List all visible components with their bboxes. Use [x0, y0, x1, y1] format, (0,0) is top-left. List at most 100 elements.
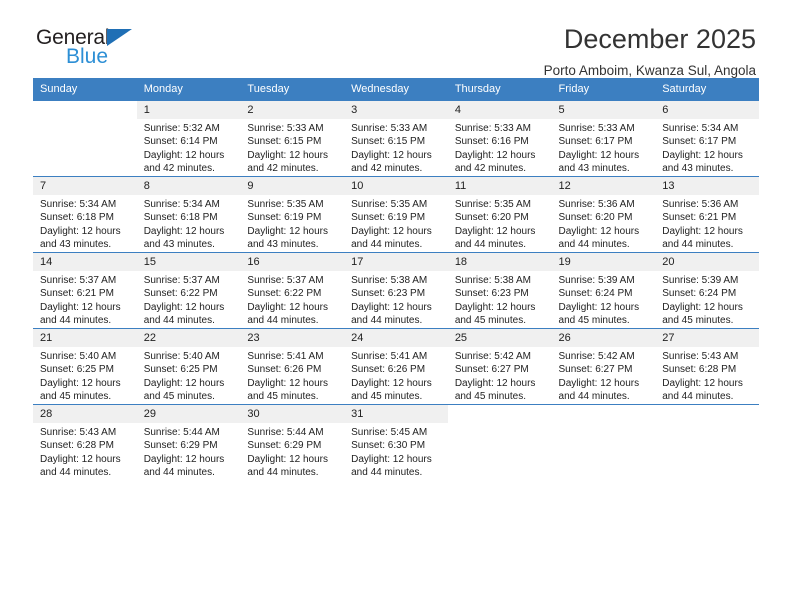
- calendar-day-cell[interactable]: 7 Sunrise: 5:34 AM Sunset: 6:18 PM Daylight…: [33, 176, 137, 253]
- day-number: 26: [551, 329, 656, 347]
- calendar-day-cell[interactable]: 8 Sunrise: 5:34 AM Sunset: 6:18 PM Daylight…: [136, 176, 241, 253]
- calendar-page: General Blue December 2025 Porto Amboim,…: [0, 0, 792, 612]
- daylight-text: Daylight: 12 hours and 44 minutes.: [662, 225, 743, 250]
- day-number: 7: [33, 177, 137, 195]
- day-details: Sunrise: 5:35 AM Sunset: 6:19 PM Daylight:…: [344, 195, 448, 251]
- day-number: 27: [655, 329, 759, 347]
- weekday-header-friday: Friday: [551, 78, 656, 101]
- daylight-text: Daylight: 12 hours and 45 minutes.: [454, 301, 536, 326]
- calendar-day-cell[interactable]: 9 Sunrise: 5:35 AM Sunset: 6:19 PM Daylight…: [240, 176, 345, 253]
- day-details: Sunrise: 5:40 AM Sunset: 6:25 PM Daylight:…: [33, 347, 137, 403]
- sunset-text: Sunset: 6:17 PM: [558, 136, 633, 148]
- weekday-header-sunday: Sunday: [33, 78, 137, 101]
- day-cell-inner: 29 Sunrise: 5:44 AM Sunset: 6:29 PM Dayligh…: [136, 405, 241, 480]
- calendar-day-cell[interactable]: 29 Sunrise: 5:44 AM Sunset: 6:29 PM Dayligh…: [136, 404, 241, 480]
- calendar-day-cell[interactable]: 5 Sunrise: 5:33 AM Sunset: 6:17 PM Daylight…: [551, 100, 656, 177]
- calendar-day-cell[interactable]: 13 Sunrise: 5:36 AM Sunset: 6:21 PM Dayligh…: [655, 176, 759, 253]
- day-number: 20: [655, 253, 759, 271]
- calendar-day-cell[interactable]: 30 Sunrise: 5:44 AM Sunset: 6:29 PM Dayligh…: [240, 404, 345, 480]
- sunset-text: Sunset: 6:24 PM: [662, 288, 737, 300]
- calendar-week-row: 1 Sunrise: 5:32 AM Sunset: 6:14 PM Daylight…: [33, 100, 759, 177]
- calendar-day-cell[interactable]: 1 Sunrise: 5:32 AM Sunset: 6:14 PM Daylight…: [136, 100, 241, 177]
- day-cell-inner: 5 Sunrise: 5:33 AM Sunset: 6:17 PM Daylight…: [551, 101, 656, 176]
- day-cell-inner: 19 Sunrise: 5:39 AM Sunset: 6:24 PM Dayligh…: [551, 253, 656, 328]
- day-details: Sunrise: 5:40 AM Sunset: 6:25 PM Daylight:…: [137, 347, 241, 403]
- day-details: Sunrise: 5:36 AM Sunset: 6:21 PM Daylight:…: [655, 195, 759, 251]
- calendar-day-cell[interactable]: 22 Sunrise: 5:40 AM Sunset: 6:25 PM Dayligh…: [136, 328, 241, 405]
- sunrise-text: Sunrise: 5:40 AM: [143, 351, 220, 362]
- calendar-day-cell[interactable]: 24 Sunrise: 5:41 AM Sunset: 6:26 PM Dayligh…: [344, 328, 448, 405]
- calendar-cell-empty: [447, 404, 552, 480]
- daylight-text: Daylight: 12 hours and 44 minutes.: [247, 301, 329, 326]
- day-number: 22: [136, 329, 241, 347]
- sunrise-text: Sunrise: 5:34 AM: [662, 123, 739, 134]
- calendar-day-cell[interactable]: 27 Sunrise: 5:43 AM Sunset: 6:28 PM Dayligh…: [655, 328, 759, 405]
- daylight-text: Daylight: 12 hours and 45 minutes.: [454, 377, 536, 402]
- day-details: Sunrise: 5:42 AM Sunset: 6:27 PM Daylight:…: [552, 347, 656, 403]
- calendar-day-cell[interactable]: 2 Sunrise: 5:33 AM Sunset: 6:15 PM Daylight…: [240, 100, 345, 177]
- calendar-day-cell[interactable]: 10 Sunrise: 5:35 AM Sunset: 6:19 PM Dayligh…: [344, 176, 448, 253]
- day-details: Sunrise: 5:41 AM Sunset: 6:26 PM Daylight:…: [240, 347, 344, 403]
- general-blue-logo[interactable]: General Blue: [36, 27, 166, 73]
- day-cell-inner: 22 Sunrise: 5:40 AM Sunset: 6:25 PM Dayligh…: [136, 329, 241, 404]
- day-number: 1: [136, 101, 241, 119]
- day-cell-inner: 2 Sunrise: 5:33 AM Sunset: 6:15 PM Daylight…: [240, 101, 345, 176]
- calendar-day-cell[interactable]: 26 Sunrise: 5:42 AM Sunset: 6:27 PM Dayligh…: [551, 328, 656, 405]
- daylight-text: Daylight: 12 hours and 42 minutes.: [143, 149, 225, 174]
- sunset-text: Sunset: 6:27 PM: [558, 364, 633, 376]
- title-block: December 2025 Porto Amboim, Kwanza Sul, …: [544, 24, 756, 78]
- calendar-day-cell[interactable]: 31 Sunrise: 5:45 AM Sunset: 6:30 PM Dayligh…: [344, 404, 448, 480]
- calendar-day-cell[interactable]: 12 Sunrise: 5:36 AM Sunset: 6:20 PM Dayligh…: [551, 176, 656, 253]
- calendar-day-cell[interactable]: 19 Sunrise: 5:39 AM Sunset: 6:24 PM Dayligh…: [551, 252, 656, 329]
- calendar-table: Sunday Monday Tuesday Wednesday Thursday Frid…: [33, 78, 759, 480]
- sunrise-text: Sunrise: 5:45 AM: [351, 427, 428, 438]
- day-cell-inner: 23 Sunrise: 5:41 AM Sunset: 6:26 PM Dayligh…: [240, 329, 345, 404]
- sunset-text: Sunset: 6:25 PM: [143, 364, 218, 376]
- calendar-day-cell[interactable]: 17 Sunrise: 5:38 AM Sunset: 6:23 PM Dayligh…: [344, 252, 448, 329]
- sunrise-text: Sunrise: 5:34 AM: [40, 199, 117, 210]
- calendar-day-cell[interactable]: 14 Sunrise: 5:37 AM Sunset: 6:21 PM Dayligh…: [33, 252, 137, 329]
- weekday-header-saturday: Saturday: [655, 78, 759, 101]
- calendar-day-cell[interactable]: 25 Sunrise: 5:42 AM Sunset: 6:27 PM Dayligh…: [447, 328, 552, 405]
- day-number: 30: [240, 405, 345, 423]
- day-number: 4: [447, 101, 552, 119]
- calendar-week-row: 14 Sunrise: 5:37 AM Sunset: 6:21 PM Dayligh…: [33, 252, 759, 329]
- sunset-text: Sunset: 6:30 PM: [351, 440, 426, 452]
- day-cell-inner: 26 Sunrise: 5:42 AM Sunset: 6:27 PM Dayligh…: [551, 329, 656, 404]
- day-cell-inner: 31 Sunrise: 5:45 AM Sunset: 6:30 PM Dayligh…: [344, 405, 448, 480]
- day-details: Sunrise: 5:34 AM Sunset: 6:18 PM Daylight:…: [33, 195, 137, 251]
- day-details: Sunrise: 5:33 AM Sunset: 6:17 PM Daylight:…: [552, 119, 656, 175]
- day-cell-inner: 1 Sunrise: 5:32 AM Sunset: 6:14 PM Daylight…: [136, 101, 241, 176]
- calendar-day-cell[interactable]: 28 Sunrise: 5:43 AM Sunset: 6:28 PM Dayligh…: [33, 404, 137, 480]
- day-cell-inner: [655, 405, 759, 480]
- calendar-day-cell[interactable]: 15 Sunrise: 5:37 AM Sunset: 6:22 PM Dayligh…: [136, 252, 241, 329]
- day-details: Sunrise: 5:44 AM Sunset: 6:29 PM Daylight:…: [240, 423, 344, 479]
- sunrise-text: Sunrise: 5:36 AM: [662, 199, 739, 210]
- sunrise-text: Sunrise: 5:42 AM: [558, 351, 635, 362]
- day-number: 24: [344, 329, 448, 347]
- triangle-icon: [107, 29, 132, 46]
- calendar-day-cell[interactable]: 20 Sunrise: 5:39 AM Sunset: 6:24 PM Dayligh…: [655, 252, 759, 329]
- calendar-day-cell[interactable]: 3 Sunrise: 5:33 AM Sunset: 6:15 PM Daylight…: [344, 100, 448, 177]
- sunset-text: Sunset: 6:29 PM: [247, 440, 322, 452]
- weekday-header-row: Sunday Monday Tuesday Wednesday Thursday Frid…: [33, 78, 759, 101]
- sunset-text: Sunset: 6:29 PM: [143, 440, 218, 452]
- day-number: 3: [344, 101, 448, 119]
- sunrise-text: Sunrise: 5:44 AM: [143, 427, 220, 438]
- day-number: 16: [240, 253, 345, 271]
- page-title: December 2025: [563, 24, 756, 54]
- daylight-text: Daylight: 12 hours and 43 minutes.: [558, 149, 640, 174]
- sunset-text: Sunset: 6:26 PM: [351, 364, 426, 376]
- calendar-day-cell[interactable]: 23 Sunrise: 5:41 AM Sunset: 6:26 PM Dayligh…: [240, 328, 345, 405]
- sunrise-text: Sunrise: 5:39 AM: [662, 275, 739, 286]
- calendar-week-row: 21 Sunrise: 5:40 AM Sunset: 6:25 PM Dayligh…: [33, 328, 759, 405]
- calendar-day-cell[interactable]: 16 Sunrise: 5:37 AM Sunset: 6:22 PM Dayligh…: [240, 252, 345, 329]
- calendar-day-cell[interactable]: 4 Sunrise: 5:33 AM Sunset: 6:16 PM Daylight…: [447, 100, 552, 177]
- day-number: 12: [551, 177, 656, 195]
- day-cell-inner: [551, 405, 656, 480]
- calendar-day-cell[interactable]: 21 Sunrise: 5:40 AM Sunset: 6:25 PM Dayligh…: [33, 328, 137, 405]
- day-cell-inner: 9 Sunrise: 5:35 AM Sunset: 6:19 PM Daylight…: [240, 177, 345, 252]
- calendar-day-cell[interactable]: 18 Sunrise: 5:38 AM Sunset: 6:23 PM Dayligh…: [447, 252, 552, 329]
- calendar-day-cell[interactable]: 6 Sunrise: 5:34 AM Sunset: 6:17 PM Daylight…: [655, 100, 759, 177]
- calendar-day-cell[interactable]: 11 Sunrise: 5:35 AM Sunset: 6:20 PM Dayligh…: [447, 176, 552, 253]
